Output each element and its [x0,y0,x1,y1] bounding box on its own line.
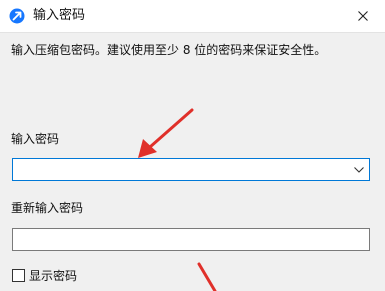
password-input[interactable] [13,159,351,180]
window-title: 输入密码 [33,8,86,23]
annotation-arrow-icon [138,108,194,158]
dialog-description: 输入压缩包密码。建议使用至少 8 位的密码来保证安全性。 [11,43,327,57]
password-label: 输入密码 [11,132,60,146]
app-icon [9,8,25,24]
password-field[interactable] [12,158,370,181]
title-bar: 输入密码 [0,0,385,33]
show-password-label[interactable]: 显示密码 [29,268,77,284]
confirm-password-input[interactable] [13,229,351,250]
confirm-password-field[interactable] [12,228,370,251]
chevron-down-icon [354,166,364,173]
close-button[interactable] [341,0,385,32]
confirm-password-label: 重新输入密码 [11,201,84,215]
password-history-dropdown[interactable] [351,161,367,178]
close-icon [358,11,368,21]
show-password-checkbox[interactable] [12,269,25,282]
annotation-arrow-icon [197,262,217,291]
